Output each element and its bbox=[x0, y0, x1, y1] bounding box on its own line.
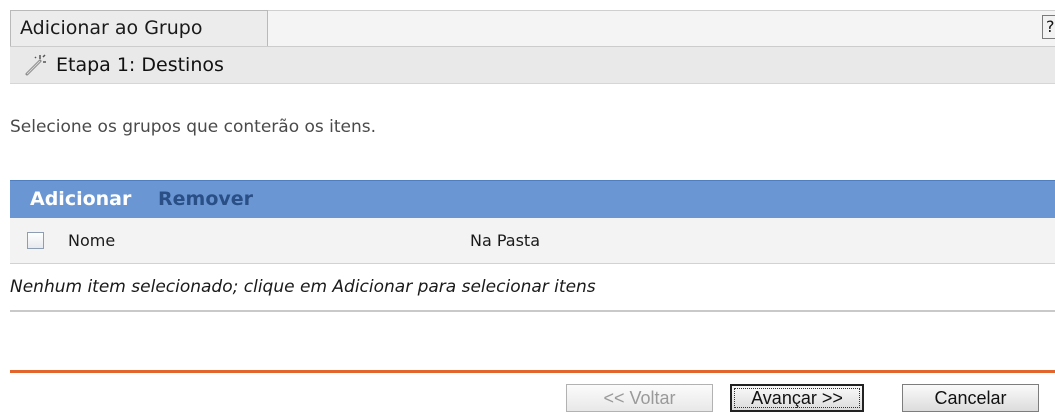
cancel-button[interactable]: Cancelar bbox=[902, 384, 1039, 412]
table-empty-row: Nenhum item selecionado; clique em Adici… bbox=[10, 264, 1055, 312]
footer-divider bbox=[10, 370, 1055, 373]
table-header: Nome Na Pasta bbox=[10, 218, 1055, 264]
empty-message: Nenhum item selecionado; clique em Adici… bbox=[10, 277, 596, 297]
column-header-name[interactable]: Nome bbox=[68, 218, 115, 264]
step-bar: Etapa 1: Destinos bbox=[10, 46, 1055, 84]
table-toolbar: Adicionar Remover bbox=[10, 180, 1055, 218]
add-link[interactable]: Adicionar bbox=[30, 181, 131, 218]
select-all-checkbox[interactable] bbox=[27, 232, 44, 249]
back-button[interactable]: << Voltar bbox=[566, 384, 713, 412]
focus-ring bbox=[734, 388, 860, 408]
instruction-text: Selecione os grupos que conterão os iten… bbox=[10, 117, 377, 137]
help-button[interactable]: ? bbox=[1042, 15, 1055, 39]
next-button[interactable]: Avançar >> bbox=[730, 384, 864, 412]
step-label: Etapa 1: Destinos bbox=[56, 54, 224, 76]
title-bar-fill bbox=[268, 10, 1055, 46]
page-title: Adicionar ao Grupo bbox=[10, 10, 268, 46]
remove-link[interactable]: Remover bbox=[158, 181, 253, 218]
column-header-folder[interactable]: Na Pasta bbox=[470, 218, 540, 264]
wizard-wand-icon bbox=[25, 54, 46, 76]
